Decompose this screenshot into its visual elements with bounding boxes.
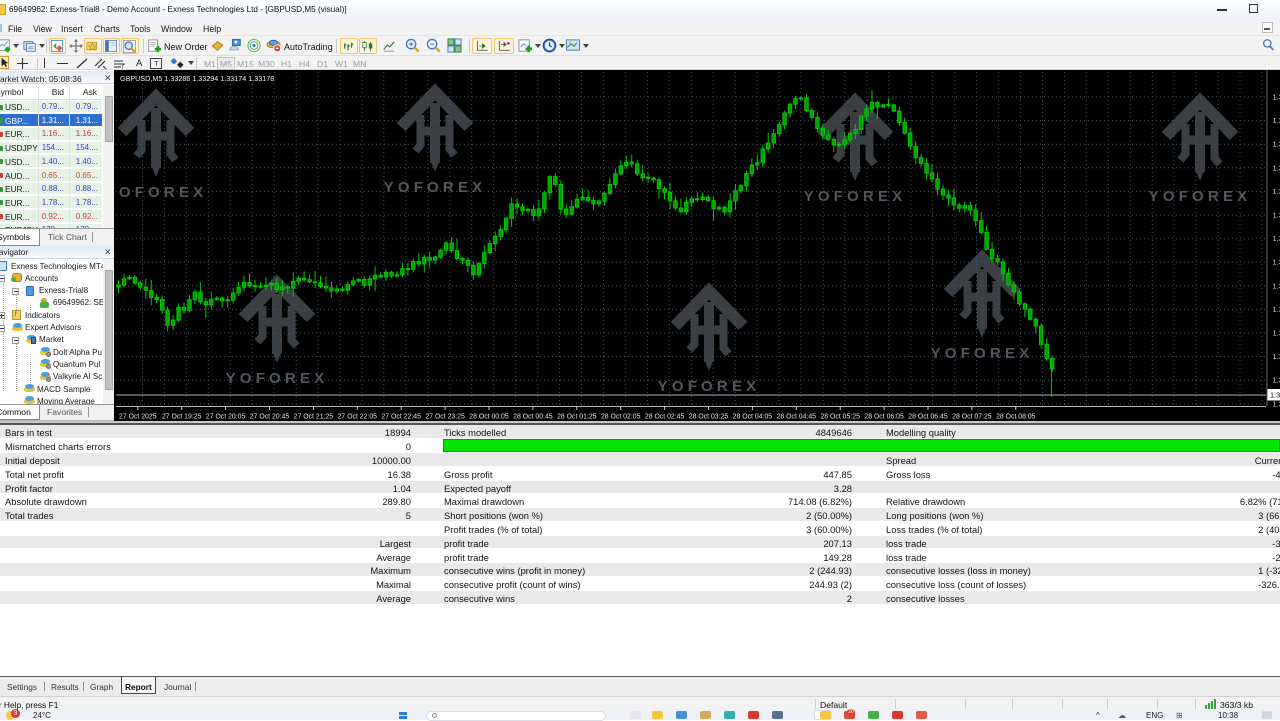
svg-text:1.33790: 1.33790 (1273, 93, 1280, 102)
svg-text:YOFOREX: YOFOREX (384, 179, 487, 196)
svg-text:1.33440: 1.33440 (1273, 258, 1280, 267)
svg-text:28 Oct 06:45: 28 Oct 06:45 (908, 414, 948, 421)
svg-text:GBPUSD,M5 1.33286 1.33294 1.33: GBPUSD,M5 1.33286 1.33294 1.33174 1.3317… (120, 74, 274, 83)
svg-text:1.33240: 1.33240 (1273, 352, 1280, 361)
svg-text:1.33490: 1.33490 (1273, 234, 1280, 243)
svg-text:1.33140: 1.33140 (1273, 399, 1280, 408)
svg-text:27 Oct 2025: 27 Oct 2025 (119, 414, 157, 421)
svg-text:1.33740: 1.33740 (1273, 116, 1280, 125)
svg-text:28 Oct 03:25: 28 Oct 03:25 (689, 414, 729, 421)
svg-text:27 Oct 22:45: 27 Oct 22:45 (381, 414, 421, 421)
svg-text:28 Oct 07:25: 28 Oct 07:25 (952, 414, 992, 421)
svg-text:1.33290: 1.33290 (1273, 329, 1280, 338)
svg-text:27 Oct 22:05: 27 Oct 22:05 (338, 414, 378, 421)
svg-text:28 Oct 02:05: 28 Oct 02:05 (601, 414, 641, 421)
svg-text:1.33590: 1.33590 (1273, 187, 1280, 196)
svg-text:YOFOREX: YOFOREX (114, 184, 207, 201)
svg-text:28 Oct 04:05: 28 Oct 04:05 (733, 414, 773, 421)
svg-text:27 Oct 21:25: 27 Oct 21:25 (294, 414, 334, 421)
svg-text:YOFOREX: YOFOREX (804, 188, 907, 205)
svg-text:28 Oct 00:45: 28 Oct 00:45 (513, 414, 553, 421)
svg-text:28 Oct 02:45: 28 Oct 02:45 (645, 414, 685, 421)
svg-text:27 Oct 20:05: 27 Oct 20:05 (206, 414, 246, 421)
svg-text:1.33190: 1.33190 (1273, 376, 1280, 385)
svg-text:YOFOREX: YOFOREX (931, 345, 1034, 362)
svg-text:1.33690: 1.33690 (1273, 140, 1280, 149)
svg-text:1.33178: 1.33178 (1270, 391, 1280, 400)
svg-text:1.33340: 1.33340 (1273, 305, 1280, 314)
svg-text:1.33390: 1.33390 (1273, 281, 1280, 290)
svg-text:28 Oct 05:25: 28 Oct 05:25 (820, 414, 860, 421)
svg-text:1.33540: 1.33540 (1273, 211, 1280, 220)
svg-text:f: f (122, 65, 124, 69)
svg-text:28 Oct 00:05: 28 Oct 00:05 (469, 414, 509, 421)
svg-text:28 Oct 08:05: 28 Oct 08:05 (996, 414, 1036, 421)
svg-text:1.33640: 1.33640 (1273, 163, 1280, 172)
svg-text:YOFOREX: YOFOREX (1149, 188, 1252, 205)
svg-text:YOFOREX: YOFOREX (226, 370, 329, 387)
svg-text:27 Oct 23:25: 27 Oct 23:25 (425, 414, 465, 421)
svg-text:27 Oct 19:25: 27 Oct 19:25 (162, 414, 202, 421)
svg-text:28 Oct 06:05: 28 Oct 06:05 (864, 414, 904, 421)
svg-text:27 Oct 20:45: 27 Oct 20:45 (250, 414, 290, 421)
svg-text:28 Oct 01:25: 28 Oct 01:25 (557, 414, 597, 421)
svg-text:28 Oct 04:45: 28 Oct 04:45 (777, 414, 817, 421)
